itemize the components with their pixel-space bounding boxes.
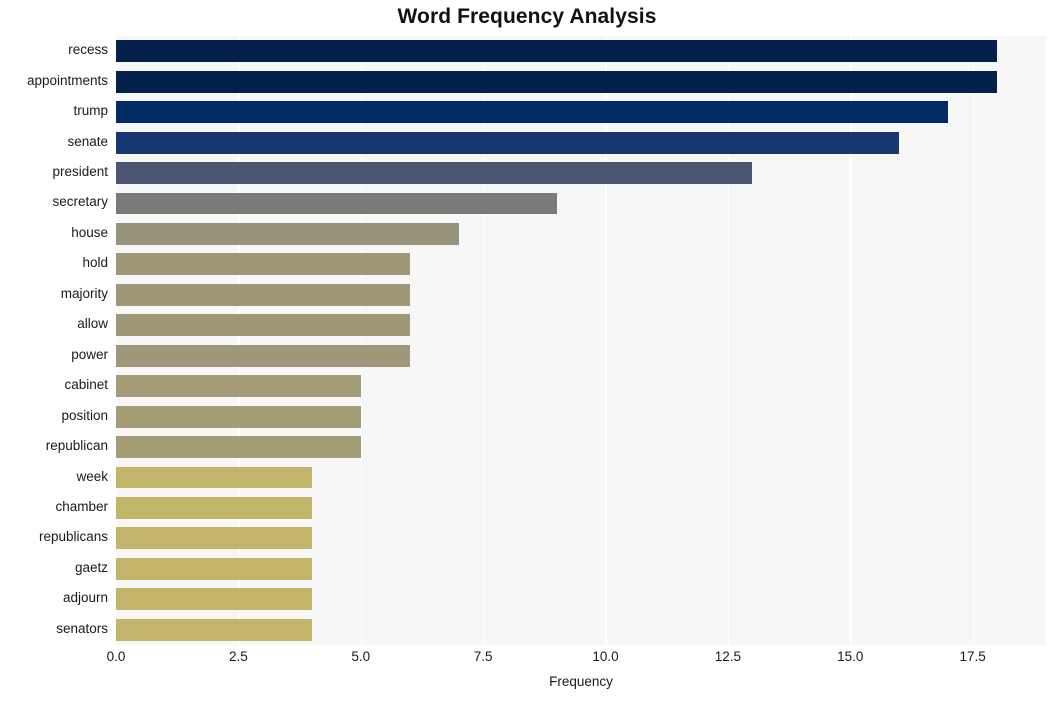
bar [116,618,312,641]
x-axis-tick-label: 2.5 [228,649,248,664]
y-axis-tick-label: adjourn [62,590,108,606]
chart-title: Word Frequency Analysis [397,5,657,28]
bar [116,436,361,459]
y-axis-tick-label: trump [73,103,108,119]
x-axis-tick-label: 0.0 [106,649,126,664]
y-axis-tick-label: secretary [52,194,108,210]
x-axis-tick-label: 5.0 [351,649,371,664]
plot-area [116,36,1046,645]
bar [116,131,900,154]
x-axis-tick-label: 15.0 [837,649,864,664]
x-axis-tick-labels: 0.0 2.5 5.0 7.5 10.0 12.5 15.0 17.5 [107,649,1046,673]
bar [116,527,312,550]
bar [116,192,557,215]
bar [116,466,312,489]
x-axis-tick-label: 7.5 [473,649,493,664]
y-axis-tick-label: hold [82,255,108,271]
bar [116,162,753,184]
bar [116,497,312,519]
y-axis-tick-label: house [71,224,108,240]
x-axis-tick-label: 17.5 [959,649,986,664]
y-axis-tick-label: majority [60,285,108,301]
y-axis-tick-label: senate [67,133,108,149]
y-axis-tick-label: chamber [55,498,108,514]
y-axis-tick-label: appointments [26,72,108,88]
bar [116,40,998,63]
x-axis-tick-label: 12.5 [714,649,741,664]
y-axis-tick-label: republican [45,438,108,454]
chart-figure: Word Frequency Analysis recess appointmen… [0,0,1054,701]
bar [116,588,312,611]
y-axis-tick-label: republicans [38,529,108,545]
y-axis-tick-label: allow [77,316,108,332]
bar [116,375,361,398]
y-axis-tick-label: president [52,164,108,180]
bar [116,283,410,306]
bar [116,101,949,124]
y-axis-tick-label: gaetz [74,559,108,575]
bar [116,253,410,276]
y-axis-tick-label: week [76,468,108,484]
bar [116,344,410,367]
bar [116,557,312,580]
y-axis-tick-label: power [71,346,108,362]
y-axis-tick-label: position [61,407,108,423]
y-axis-tick-label: cabinet [64,377,108,393]
x-axis-tick-label: 10.0 [592,649,619,664]
y-axis-tick-label: senators [56,620,108,636]
bar [116,222,459,245]
x-axis-title: Frequency [549,674,613,689]
bar [116,314,410,337]
y-axis-tick-label: recess [68,42,108,58]
bars-layer [116,36,1046,645]
bar [116,70,998,93]
y-axis-tick-labels: recess appointments trump senate president se… [0,36,108,645]
bar [116,405,361,428]
